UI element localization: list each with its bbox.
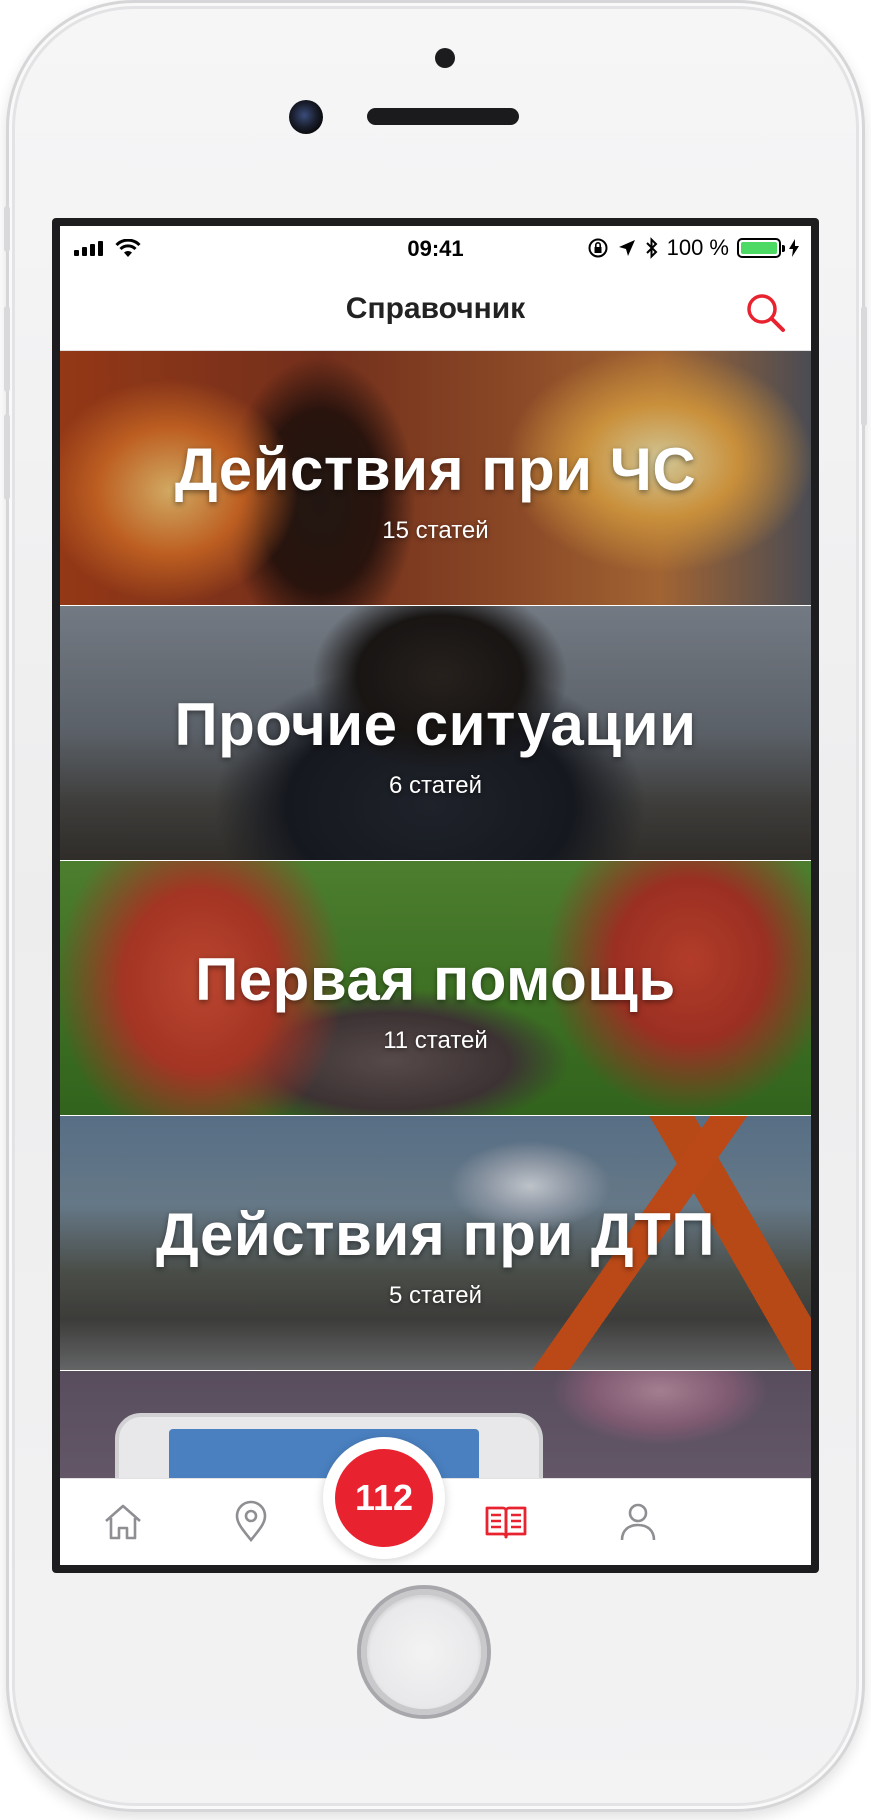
status-bar: 09:41 100 % [60,226,811,270]
location-pin-icon[interactable] [228,1499,274,1545]
battery-percent: 100 % [666,235,729,260]
volume-up-button [4,306,10,392]
book-icon[interactable] [483,1499,529,1545]
category-card-first-aid[interactable]: Первая помощь 11 статей [60,861,811,1115]
navigation-bar: Справочник [60,270,811,351]
category-card-emergencies[interactable]: Действия при ЧС 15 статей [60,351,811,605]
app-screen: 09:41 100 % Справочник Действия при ЧС 1… [60,226,811,1565]
category-card-other-situations[interactable]: Прочие ситуации 6 статей [60,606,811,860]
page-title: Справочник [345,292,526,325]
category-title: Первая помощь [195,946,676,1013]
rotation-lock-icon [588,238,608,258]
home-icon[interactable] [100,1499,146,1545]
proximity-sensor [435,48,455,68]
emergency-number: 112 [335,1449,433,1547]
charging-bolt-icon [789,239,799,257]
earpiece-speaker [367,108,519,125]
article-count: 11 статей [383,1027,488,1054]
bluetooth-icon [645,237,658,259]
power-button [861,306,867,426]
battery-icon [737,238,785,258]
volume-down-button [4,414,10,500]
search-icon[interactable] [743,290,789,336]
mute-switch [4,206,10,252]
article-count: 5 статей [388,1282,483,1309]
category-title: Прочие ситуации [174,691,697,758]
user-icon[interactable] [615,1499,661,1545]
category-card-road-accidents[interactable]: Действия при ДТП 5 статей [60,1116,811,1370]
category-title: Действия при ЧС [174,436,697,503]
article-count: 15 статей [382,517,489,544]
home-button [357,1585,491,1719]
article-count: 6 статей [388,772,483,799]
emergency-call-button[interactable]: 112 [323,1437,445,1559]
category-title: Действия при ДТП [156,1201,715,1268]
location-arrow-icon [618,240,635,256]
front-camera [289,100,323,134]
